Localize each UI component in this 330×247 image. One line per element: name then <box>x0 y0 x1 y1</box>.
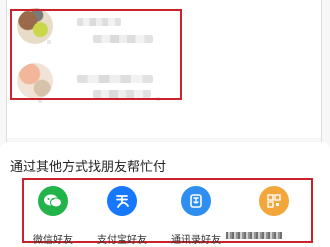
blurred-label <box>226 232 282 239</box>
alipay-icon <box>107 186 137 216</box>
option-label: 微信好友 <box>33 235 73 246</box>
option-label: 支付宝好友 <box>97 235 147 246</box>
sheet-title: 通过其他方式找朋友帮忙付 <box>10 160 167 175</box>
option-label: 通讯录好友 <box>171 235 221 246</box>
option-contacts-friends[interactable]: 通讯录好友 <box>161 186 231 246</box>
highlight-box-contacts <box>10 9 182 100</box>
wechat-icon <box>38 186 68 216</box>
option-wechat-friends[interactable]: 微信好友 <box>18 186 88 246</box>
option-alipay-friends[interactable]: 支付宝好友 <box>87 186 157 246</box>
contacts-icon <box>181 186 211 216</box>
qrcode-icon <box>259 186 289 216</box>
